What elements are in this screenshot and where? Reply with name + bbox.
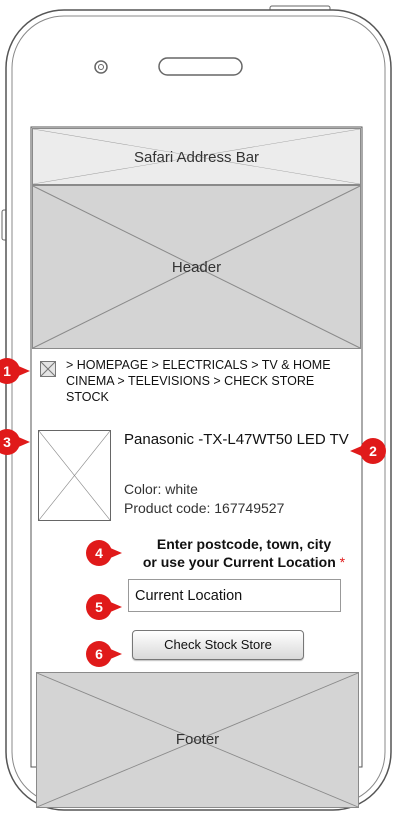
location-input[interactable]: Current Location — [128, 579, 341, 612]
product-image — [38, 430, 111, 521]
annotation-badge-5: 5 — [86, 594, 122, 620]
check-stock-button[interactable]: Check Stock Store — [132, 630, 304, 660]
header-label: Header — [171, 259, 222, 276]
footer-placeholder: Footer — [36, 672, 359, 808]
product-title: Panasonic -TX-L47WT50 LED TV — [124, 431, 349, 448]
location-prompt: Enter postcode, town, city or use your C… — [124, 535, 364, 571]
annotation-badge-6: 6 — [86, 641, 122, 667]
address-bar[interactable]: Safari Address Bar — [32, 128, 361, 185]
location-prompt-line1: Enter postcode, town, city — [156, 536, 332, 552]
header-placeholder: Header — [32, 185, 361, 349]
annotation-badge-2: 2 — [350, 438, 386, 464]
address-bar-label: Safari Address Bar — [133, 149, 260, 166]
product-code: Product code: 167749527 — [124, 500, 285, 516]
breadcrumb[interactable]: > HOMEPAGE > ELECTRICALS > TV & HOME CIN… — [66, 357, 336, 405]
product-color: Color: white — [124, 481, 198, 497]
location-input-value: Current Location — [135, 588, 243, 604]
annotation-badge-4: 4 — [86, 540, 122, 566]
breadcrumb-icon — [40, 361, 56, 377]
location-prompt-line2: or use your Current Location — [142, 554, 336, 570]
placeholder-cross-icon — [39, 431, 110, 520]
footer-label: Footer — [175, 731, 220, 748]
required-mark: * — [339, 554, 346, 570]
